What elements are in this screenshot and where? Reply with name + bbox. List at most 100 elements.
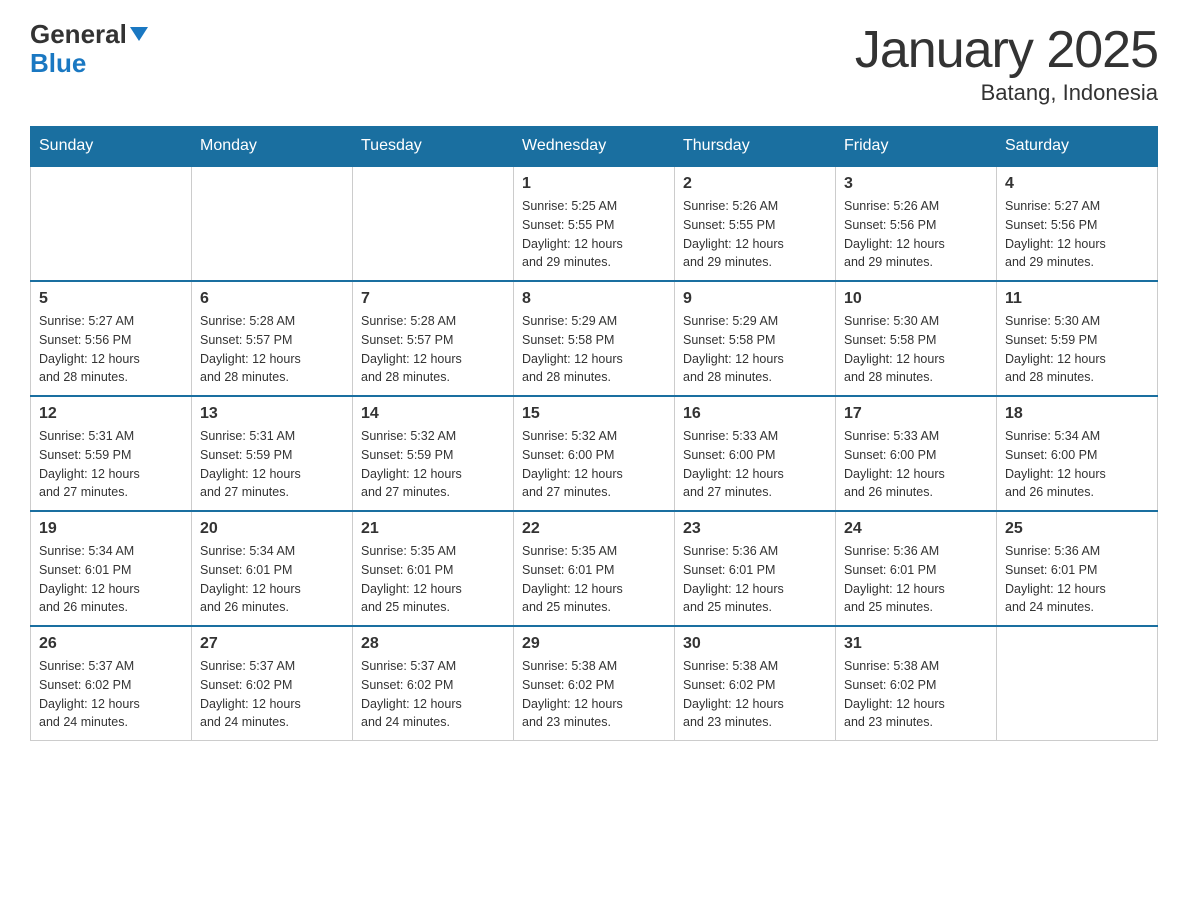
day-number: 29 xyxy=(522,635,666,653)
calendar-cell: 1 Sunrise: 5:25 AM Sunset: 5:55 PM Daylig… xyxy=(514,166,675,281)
day-info: Sunrise: 5:29 AM Sunset: 5:58 PM Dayligh… xyxy=(522,312,666,387)
day-number: 7 xyxy=(361,290,505,308)
calendar-cell: 17 Sunrise: 5:33 AM Sunset: 6:00 PM Dayli… xyxy=(836,396,997,511)
calendar-cell: 5 Sunrise: 5:27 AM Sunset: 5:56 PM Daylig… xyxy=(31,281,192,396)
calendar-cell: 31Sunrise: 5:38 AM Sunset: 6:02 PM Dayli… xyxy=(836,626,997,741)
calendar-cell: 22Sunrise: 5:35 AM Sunset: 6:01 PM Dayli… xyxy=(514,511,675,626)
calendar-cell xyxy=(31,166,192,281)
day-number: 3 xyxy=(844,175,988,193)
day-number: 6 xyxy=(200,290,344,308)
day-number: 5 xyxy=(39,290,183,308)
day-info: Sunrise: 5:36 AM Sunset: 6:01 PM Dayligh… xyxy=(683,542,827,617)
day-info: Sunrise: 5:29 AM Sunset: 5:58 PM Dayligh… xyxy=(683,312,827,387)
day-number: 16 xyxy=(683,405,827,423)
calendar-cell: 16 Sunrise: 5:33 AM Sunset: 6:00 PM Dayli… xyxy=(675,396,836,511)
calendar-cell: 18Sunrise: 5:34 AM Sunset: 6:00 PM Dayli… xyxy=(997,396,1158,511)
day-info: Sunrise: 5:36 AM Sunset: 6:01 PM Dayligh… xyxy=(1005,542,1149,617)
day-number: 27 xyxy=(200,635,344,653)
calendar-cell xyxy=(192,166,353,281)
header-sunday: Sunday xyxy=(31,127,192,167)
day-info: Sunrise: 5:28 AM Sunset: 5:57 PM Dayligh… xyxy=(361,312,505,387)
calendar-cell: 8 Sunrise: 5:29 AM Sunset: 5:58 PM Daylig… xyxy=(514,281,675,396)
day-number: 20 xyxy=(200,520,344,538)
calendar-week-row-2: 5 Sunrise: 5:27 AM Sunset: 5:56 PM Daylig… xyxy=(31,281,1158,396)
calendar-cell: 10 Sunrise: 5:30 AM Sunset: 5:58 PM Dayli… xyxy=(836,281,997,396)
day-info: Sunrise: 5:26 AM Sunset: 5:55 PM Dayligh… xyxy=(683,197,827,272)
day-info: Sunrise: 5:35 AM Sunset: 6:01 PM Dayligh… xyxy=(522,542,666,617)
title-area: January 2025 Batang, Indonesia xyxy=(855,20,1158,106)
calendar-table: Sunday Monday Tuesday Wednesday Thursday… xyxy=(30,126,1158,741)
header-wednesday: Wednesday xyxy=(514,127,675,167)
day-info: Sunrise: 5:33 AM Sunset: 6:00 PM Dayligh… xyxy=(844,427,988,502)
day-info: Sunrise: 5:37 AM Sunset: 6:02 PM Dayligh… xyxy=(39,657,183,732)
day-number: 26 xyxy=(39,635,183,653)
day-info: Sunrise: 5:36 AM Sunset: 6:01 PM Dayligh… xyxy=(844,542,988,617)
calendar-cell xyxy=(353,166,514,281)
day-info: Sunrise: 5:32 AM Sunset: 5:59 PM Dayligh… xyxy=(361,427,505,502)
calendar-cell xyxy=(997,626,1158,741)
day-number: 25 xyxy=(1005,520,1149,538)
calendar-cell: 11Sunrise: 5:30 AM Sunset: 5:59 PM Dayli… xyxy=(997,281,1158,396)
day-number: 1 xyxy=(522,175,666,193)
calendar-cell: 13Sunrise: 5:31 AM Sunset: 5:59 PM Dayli… xyxy=(192,396,353,511)
day-number: 23 xyxy=(683,520,827,538)
day-number: 17 xyxy=(844,405,988,423)
day-info: Sunrise: 5:38 AM Sunset: 6:02 PM Dayligh… xyxy=(522,657,666,732)
day-info: Sunrise: 5:34 AM Sunset: 6:01 PM Dayligh… xyxy=(200,542,344,617)
calendar-cell: 3 Sunrise: 5:26 AM Sunset: 5:56 PM Daylig… xyxy=(836,166,997,281)
day-info: Sunrise: 5:30 AM Sunset: 5:59 PM Dayligh… xyxy=(1005,312,1149,387)
logo: General Blue xyxy=(30,20,148,77)
day-info: Sunrise: 5:34 AM Sunset: 6:00 PM Dayligh… xyxy=(1005,427,1149,502)
day-number: 28 xyxy=(361,635,505,653)
day-info: Sunrise: 5:25 AM Sunset: 5:55 PM Dayligh… xyxy=(522,197,666,272)
calendar-cell: 6 Sunrise: 5:28 AM Sunset: 5:57 PM Daylig… xyxy=(192,281,353,396)
logo-blue-text: Blue xyxy=(30,49,148,78)
day-number: 31 xyxy=(844,635,988,653)
day-info: Sunrise: 5:33 AM Sunset: 6:00 PM Dayligh… xyxy=(683,427,827,502)
day-info: Sunrise: 5:38 AM Sunset: 6:02 PM Dayligh… xyxy=(683,657,827,732)
day-number: 10 xyxy=(844,290,988,308)
calendar-week-row-4: 19Sunrise: 5:34 AM Sunset: 6:01 PM Dayli… xyxy=(31,511,1158,626)
header-saturday: Saturday xyxy=(997,127,1158,167)
calendar-cell: 27 Sunrise: 5:37 AM Sunset: 6:02 PM Dayli… xyxy=(192,626,353,741)
calendar-cell: 23 Sunrise: 5:36 AM Sunset: 6:01 PM Dayli… xyxy=(675,511,836,626)
day-info: Sunrise: 5:27 AM Sunset: 5:56 PM Dayligh… xyxy=(39,312,183,387)
day-info: Sunrise: 5:26 AM Sunset: 5:56 PM Dayligh… xyxy=(844,197,988,272)
header-monday: Monday xyxy=(192,127,353,167)
day-info: Sunrise: 5:31 AM Sunset: 5:59 PM Dayligh… xyxy=(39,427,183,502)
calendar-cell: 30Sunrise: 5:38 AM Sunset: 6:02 PM Dayli… xyxy=(675,626,836,741)
calendar-cell: 24 Sunrise: 5:36 AM Sunset: 6:01 PM Dayli… xyxy=(836,511,997,626)
day-info: Sunrise: 5:32 AM Sunset: 6:00 PM Dayligh… xyxy=(522,427,666,502)
calendar-week-row-3: 12Sunrise: 5:31 AM Sunset: 5:59 PM Dayli… xyxy=(31,396,1158,511)
day-number: 15 xyxy=(522,405,666,423)
logo-triangle-icon xyxy=(130,27,148,41)
calendar-cell: 14Sunrise: 5:32 AM Sunset: 5:59 PM Dayli… xyxy=(353,396,514,511)
day-number: 8 xyxy=(522,290,666,308)
header-thursday: Thursday xyxy=(675,127,836,167)
calendar-week-row-5: 26 Sunrise: 5:37 AM Sunset: 6:02 PM Dayli… xyxy=(31,626,1158,741)
day-info: Sunrise: 5:37 AM Sunset: 6:02 PM Dayligh… xyxy=(200,657,344,732)
day-info: Sunrise: 5:35 AM Sunset: 6:01 PM Dayligh… xyxy=(361,542,505,617)
calendar-cell: 2 Sunrise: 5:26 AM Sunset: 5:55 PM Daylig… xyxy=(675,166,836,281)
calendar-cell: 28 Sunrise: 5:37 AM Sunset: 6:02 PM Dayli… xyxy=(353,626,514,741)
calendar-cell: 29 Sunrise: 5:38 AM Sunset: 6:02 PM Dayli… xyxy=(514,626,675,741)
calendar-cell: 26 Sunrise: 5:37 AM Sunset: 6:02 PM Dayli… xyxy=(31,626,192,741)
calendar-cell: 20 Sunrise: 5:34 AM Sunset: 6:01 PM Dayli… xyxy=(192,511,353,626)
logo-general-text: General xyxy=(30,20,127,49)
header-tuesday: Tuesday xyxy=(353,127,514,167)
calendar-cell: 15 Sunrise: 5:32 AM Sunset: 6:00 PM Dayli… xyxy=(514,396,675,511)
day-number: 13 xyxy=(200,405,344,423)
day-info: Sunrise: 5:28 AM Sunset: 5:57 PM Dayligh… xyxy=(200,312,344,387)
page-header: General Blue January 2025 Batang, Indone… xyxy=(30,20,1158,106)
calendar-cell: 4Sunrise: 5:27 AM Sunset: 5:56 PM Daylig… xyxy=(997,166,1158,281)
day-number: 2 xyxy=(683,175,827,193)
day-info: Sunrise: 5:37 AM Sunset: 6:02 PM Dayligh… xyxy=(361,657,505,732)
page-title: January 2025 xyxy=(855,20,1158,80)
day-number: 9 xyxy=(683,290,827,308)
day-info: Sunrise: 5:30 AM Sunset: 5:58 PM Dayligh… xyxy=(844,312,988,387)
page-subtitle: Batang, Indonesia xyxy=(855,80,1158,106)
day-number: 24 xyxy=(844,520,988,538)
calendar-header-row: Sunday Monday Tuesday Wednesday Thursday… xyxy=(31,127,1158,167)
calendar-cell: 21Sunrise: 5:35 AM Sunset: 6:01 PM Dayli… xyxy=(353,511,514,626)
header-friday: Friday xyxy=(836,127,997,167)
